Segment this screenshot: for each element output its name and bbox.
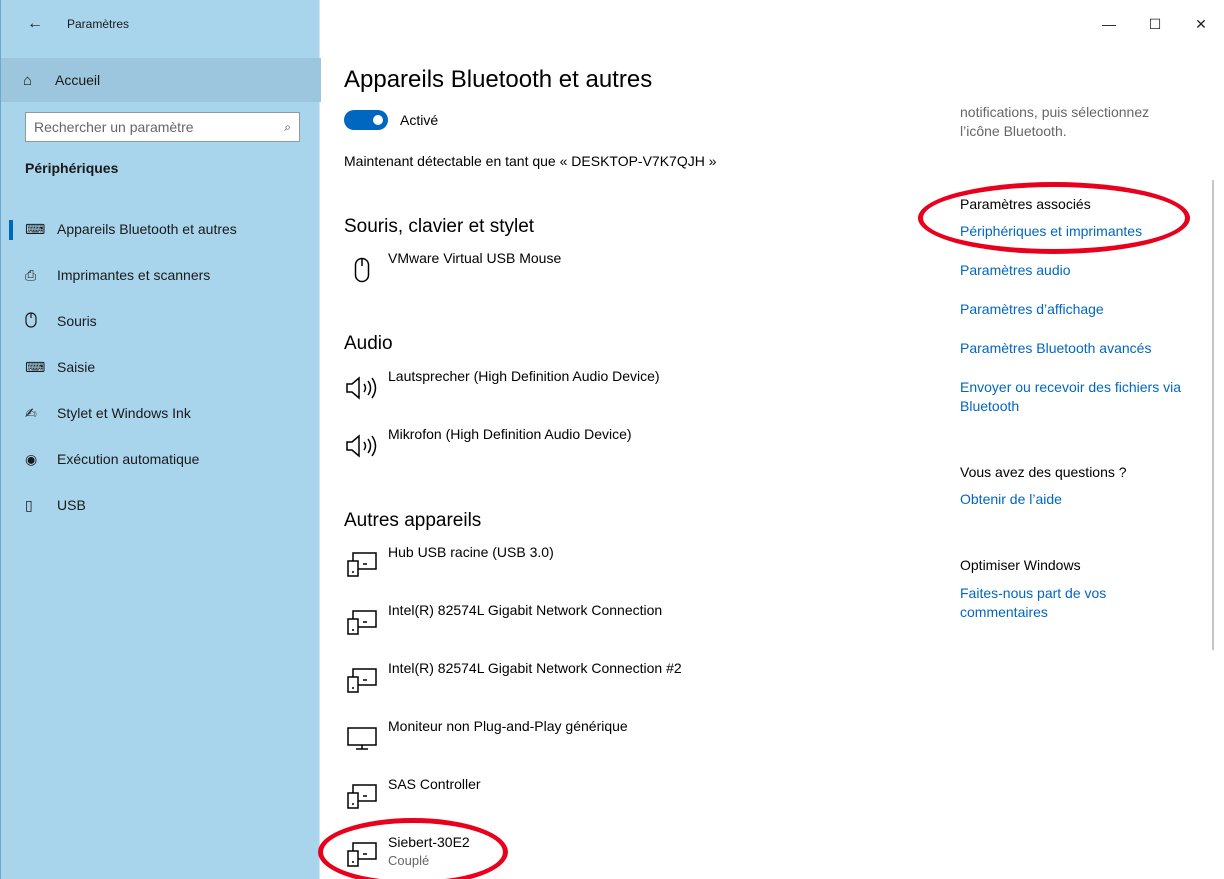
section-title: Périphériques [25,160,119,176]
device-item[interactable]: VMware Virtual USB Mouse [344,250,561,286]
device-name: Hub USB racine (USB 3.0) [388,544,554,560]
pen-icon: ✍ [25,404,37,421]
bluetooth-toggle-row: Activé [344,110,438,130]
device-item[interactable]: Intel(R) 82574L Gigabit Network Connecti… [344,660,682,696]
generic-device-icon [344,664,380,696]
discoverable-text: Maintenant détectable en tant que « DESK… [344,153,717,169]
device-item[interactable]: Siebert-30E2 Couplé [344,834,470,870]
group-title-mouse-keyboard: Souris, clavier et stylet [344,216,535,237]
sidebar-item-label: Exécution automatique [57,451,200,467]
device-item[interactable]: Hub USB racine (USB 3.0) [344,544,554,580]
page-title: Appareils Bluetooth et autres [344,66,653,93]
bluetooth-devices-icon: ⌨ [25,220,46,237]
send-receive-link-line2[interactable]: Bluetooth [960,397,1019,416]
bluetooth-toggle[interactable] [344,110,388,130]
generic-device-icon [344,838,380,870]
device-name: SAS Controller [388,776,481,792]
printer-icon: ⎙ [25,266,37,283]
sidebar-item-label: Appareils Bluetooth et autres [57,221,237,237]
monitor-icon [344,722,380,754]
nav-list: ⌨ Appareils Bluetooth et autres ⎙ Imprim… [1,206,321,528]
search-icon[interactable]: ⌕ [284,120,291,135]
intro-text-line1: notifications, puis sélectionnez [960,104,1150,120]
sidebar-item-mouse[interactable]: Souris [1,298,321,344]
toggle-label: Activé [400,112,439,128]
group-title-audio: Audio [344,333,393,354]
devices-printers-link[interactable]: Périphériques et imprimantes [960,222,1142,241]
usb-icon: ▯ [25,496,33,513]
send-receive-link-line1[interactable]: Envoyer ou recevoir des fichiers via [960,378,1181,397]
generic-device-icon [344,548,380,580]
speaker-icon [344,430,380,462]
back-button[interactable]: ← [15,6,55,42]
device-name: Intel(R) 82574L Gigabit Network Connecti… [388,602,663,618]
sidebar-item-pen[interactable]: ✍ Stylet et Windows Ink [1,390,321,436]
bluetooth-advanced-link[interactable]: Paramètres Bluetooth avancés [960,339,1151,358]
sidebar-item-label: Saisie [57,359,96,375]
device-name: Siebert-30E2 [388,834,470,850]
device-item[interactable]: Mikrofon (High Definition Audio Device) [344,426,632,462]
sidebar-item-autoplay[interactable]: ◉ Exécution automatique [1,436,321,482]
device-item[interactable]: SAS Controller [344,776,481,812]
sidebar-item-printers[interactable]: ⎙ Imprimantes et scanners [1,252,321,298]
speaker-icon [344,372,380,404]
sidebar-item-label: Souris [57,313,97,329]
device-name: Lautsprecher (High Definition Audio Devi… [388,368,660,384]
device-name: Mikrofon (High Definition Audio Device) [388,426,632,442]
group-title-other: Autres appareils [344,510,482,531]
sidebar-item-usb[interactable]: ▯ USB [1,482,321,528]
search-input[interactable] [34,119,285,135]
improve-windows-title: Optimiser Windows [960,557,1081,573]
sidebar-item-label: USB [57,497,86,513]
device-item[interactable]: Moniteur non Plug-and-Play générique [344,718,628,754]
device-name: Intel(R) 82574L Gigabit Network Connecti… [388,660,682,676]
keyboard-icon: ⌨ [25,358,46,375]
autoplay-icon: ◉ [25,450,38,467]
generic-device-icon [344,606,380,638]
sidebar-item-label: Stylet et Windows Ink [57,405,191,421]
back-arrow-icon: ← [27,15,43,32]
generic-device-icon [344,780,380,812]
search-box[interactable]: ⌕ [25,112,300,142]
display-settings-link[interactable]: Paramètres d’affichage [960,300,1104,319]
device-name: VMware Virtual USB Mouse [388,250,562,266]
app-title: Paramètres [67,17,130,31]
related-settings-title: Paramètres associés [960,196,1091,212]
mouse-icon [25,311,47,331]
device-item[interactable]: Intel(R) 82574L Gigabit Network Connecti… [344,602,662,638]
home-label: Accueil [55,72,101,88]
sidebar: ← Paramètres ⌂ Accueil ⌕ Périphériques ⌨… [0,0,321,879]
device-status: Couplé [388,853,430,868]
home-icon: ⌂ [23,71,33,89]
feedback-link-line1[interactable]: Faites-nous part de vos [960,584,1106,603]
home-nav-item[interactable]: ⌂ Accueil [1,58,321,102]
intro-text-line2: l’icône Bluetooth. [960,123,1067,139]
sidebar-item-label: Imprimantes et scanners [57,267,211,283]
get-help-link[interactable]: Obtenir de l’aide [960,490,1062,509]
sidebar-item-typing[interactable]: ⌨ Saisie [1,344,321,390]
questions-title: Vous avez des questions ? [960,464,1127,480]
mouse-icon [344,254,380,286]
feedback-link-line2[interactable]: commentaires [960,603,1048,622]
audio-settings-link[interactable]: Paramètres audio [960,261,1071,280]
title-bar: ← Paramètres [1,0,321,48]
sidebar-item-bluetooth[interactable]: ⌨ Appareils Bluetooth et autres [1,206,321,252]
main-content: Appareils Bluetooth et autres Activé Mai… [320,0,1224,879]
scrollbar[interactable] [1212,180,1214,650]
device-name: Moniteur non Plug-and-Play générique [388,718,628,734]
device-item[interactable]: Lautsprecher (High Definition Audio Devi… [344,368,660,404]
